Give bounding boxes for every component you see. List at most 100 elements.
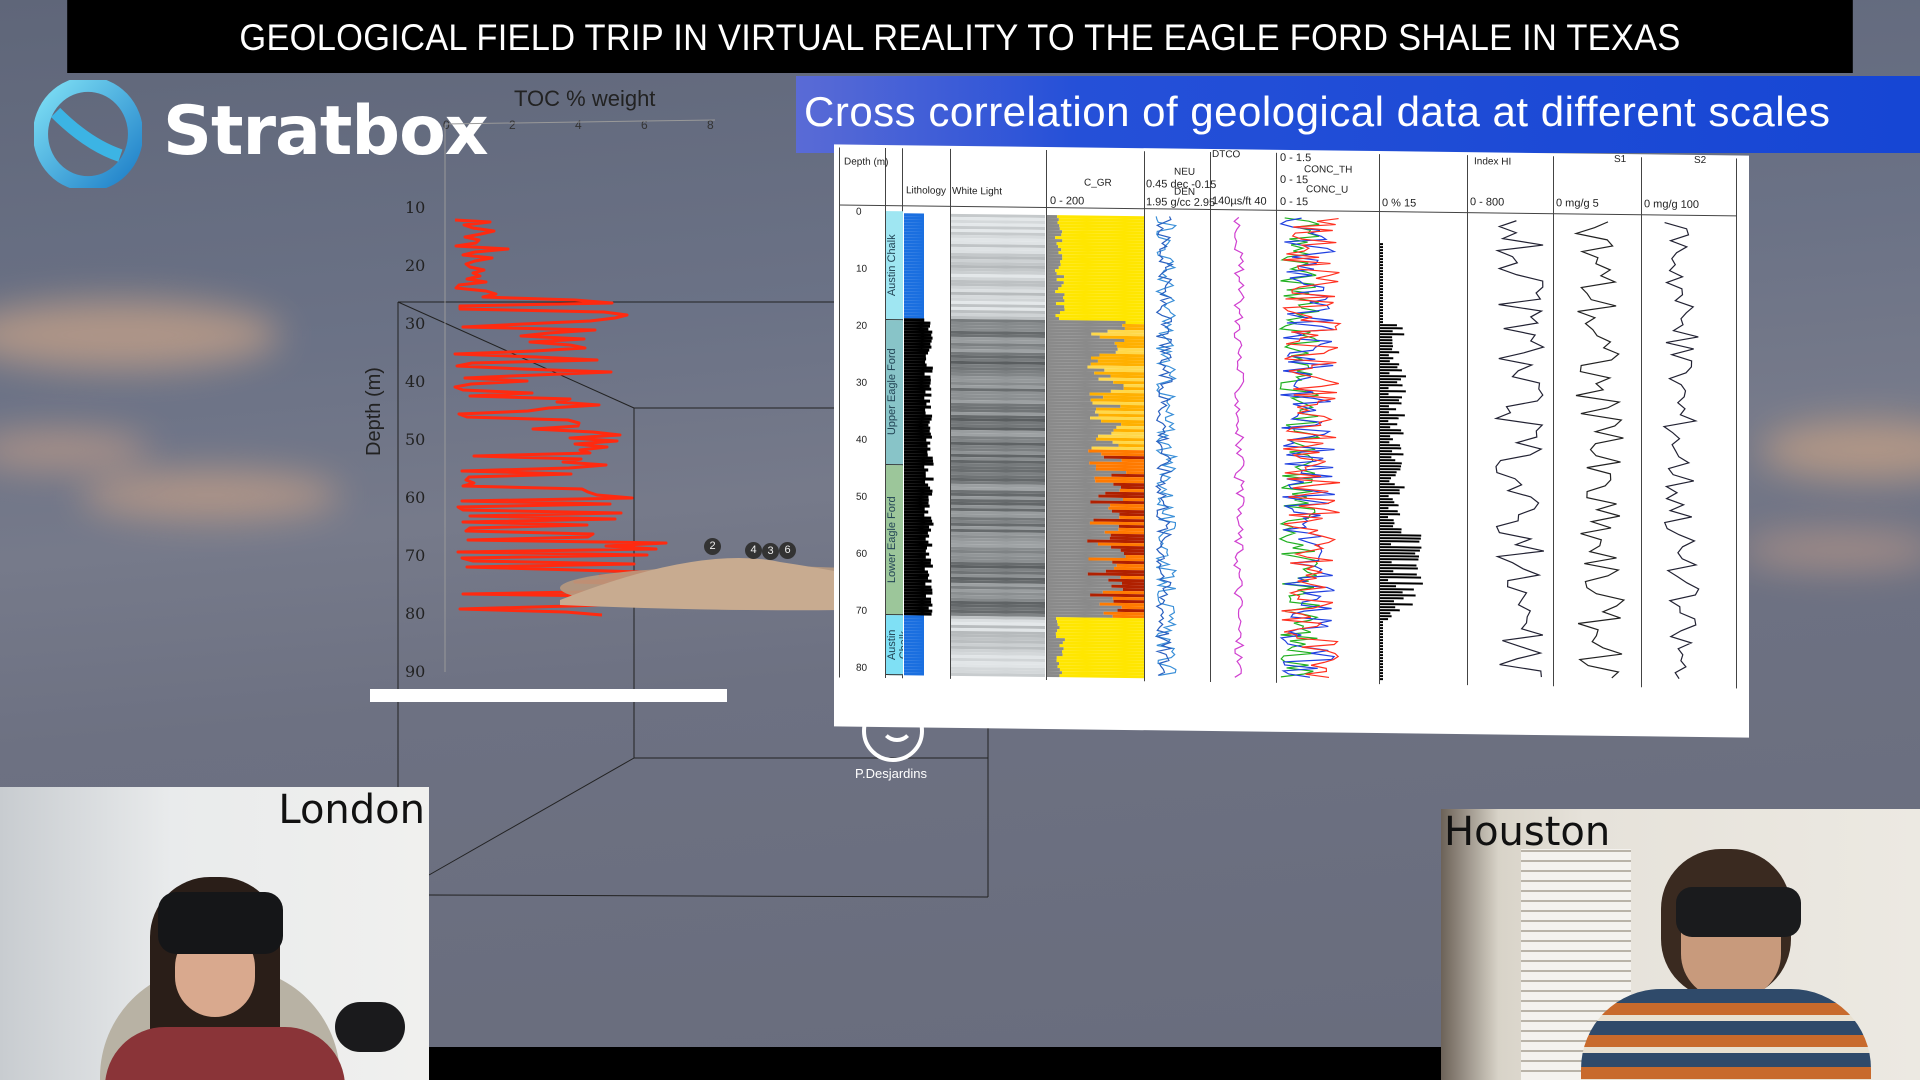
toc-bar bbox=[1380, 360, 1390, 363]
lithology-band bbox=[904, 477, 934, 481]
gr-fill bbox=[1047, 449, 1089, 453]
lithology-band bbox=[904, 573, 930, 577]
lithology-band bbox=[904, 483, 929, 487]
hi-curve bbox=[1493, 220, 1546, 678]
gr-fill bbox=[1047, 371, 1095, 375]
toc-bar bbox=[1380, 462, 1402, 465]
toc-bar bbox=[1380, 474, 1396, 477]
lithology-band bbox=[904, 669, 924, 673]
gr-fill bbox=[1047, 416, 1091, 420]
gr-fill bbox=[1047, 224, 1060, 228]
lithology-band bbox=[904, 537, 926, 541]
gr-fill bbox=[1047, 251, 1059, 255]
gr-fill bbox=[1047, 332, 1092, 336]
gr-fill bbox=[1047, 365, 1088, 369]
gr-fill bbox=[1047, 218, 1059, 222]
gr-fill bbox=[1047, 461, 1090, 465]
gr-fill-color bbox=[1117, 608, 1145, 613]
toc-bar bbox=[1380, 243, 1383, 246]
gr-fill bbox=[1047, 290, 1056, 294]
toc-bar bbox=[1380, 489, 1400, 492]
gr-fill bbox=[1047, 311, 1060, 315]
gr-fill-color bbox=[1104, 368, 1145, 373]
person-shirt bbox=[1581, 989, 1871, 1080]
lithology-band bbox=[904, 276, 924, 280]
lithology-band bbox=[904, 354, 926, 358]
toc-bar bbox=[1380, 645, 1383, 648]
toc-bar bbox=[1380, 267, 1383, 270]
toc-bar bbox=[1380, 555, 1419, 558]
toc-bar bbox=[1380, 567, 1418, 570]
gr-fill-color bbox=[1092, 401, 1144, 406]
toc-bar bbox=[1380, 270, 1383, 273]
lithology-band bbox=[904, 318, 925, 322]
gr-fill bbox=[1047, 464, 1097, 468]
lithology-band bbox=[904, 330, 933, 334]
gr-fill-color bbox=[1099, 335, 1144, 340]
gr-fill-color bbox=[1120, 575, 1144, 580]
lithology-band bbox=[904, 360, 926, 364]
gr-fill bbox=[1047, 356, 1091, 360]
lithology-band bbox=[904, 633, 924, 637]
toc-bar bbox=[1380, 312, 1383, 315]
toc-bar bbox=[1380, 546, 1422, 549]
gr-fill bbox=[1047, 263, 1061, 267]
location-label-london: London bbox=[278, 787, 425, 833]
lithology-band bbox=[904, 450, 928, 454]
gr-fill-color bbox=[1112, 614, 1144, 619]
lithology-band bbox=[904, 327, 929, 331]
lithology-band bbox=[904, 315, 924, 319]
dtco-curve bbox=[1233, 216, 1245, 678]
gr-fill bbox=[1047, 239, 1063, 243]
toc-bar bbox=[1380, 405, 1389, 408]
gr-fill-color bbox=[1116, 344, 1144, 349]
lithology-band bbox=[904, 510, 929, 514]
lithology-band bbox=[904, 612, 932, 616]
lithology-band bbox=[904, 564, 933, 568]
toc-bar bbox=[1380, 633, 1383, 636]
lithology-band bbox=[904, 372, 925, 376]
toc-bar bbox=[1380, 531, 1402, 534]
gr-fill-color bbox=[1094, 476, 1144, 481]
lithology-band bbox=[904, 651, 924, 655]
lithology-band bbox=[904, 660, 924, 664]
lithology-band bbox=[904, 471, 926, 475]
gr-fill-color bbox=[1116, 563, 1145, 568]
lithology-band bbox=[904, 555, 926, 559]
toc-bar bbox=[1380, 441, 1390, 444]
gr-fill bbox=[1047, 362, 1091, 366]
toc-bar bbox=[1380, 408, 1397, 411]
gr-fill bbox=[1047, 359, 1098, 363]
toc-bar bbox=[1380, 516, 1389, 519]
lithology-band bbox=[904, 396, 925, 400]
lithology-band bbox=[904, 516, 932, 520]
gr-fill-color bbox=[1101, 452, 1144, 457]
gr-fill bbox=[1047, 281, 1064, 285]
lithology-band bbox=[904, 627, 924, 631]
participant-avatar-icon[interactable] bbox=[862, 700, 924, 762]
lithology-band bbox=[904, 666, 924, 670]
toc-bar bbox=[1380, 639, 1383, 642]
lithology-band bbox=[904, 258, 924, 262]
gr-fill bbox=[1047, 377, 1099, 381]
toc-bar bbox=[1380, 459, 1396, 462]
toc-bar bbox=[1380, 282, 1383, 285]
toc-bar bbox=[1380, 630, 1383, 633]
lithology-band bbox=[904, 297, 924, 301]
gr-fill bbox=[1047, 647, 1064, 651]
gr-fill bbox=[1047, 671, 1062, 675]
toc-bar bbox=[1380, 381, 1398, 384]
gr-fill bbox=[1047, 254, 1063, 258]
toc-bar bbox=[1380, 456, 1392, 459]
lithology-band bbox=[904, 597, 932, 601]
lithology-band bbox=[904, 345, 932, 349]
toc-bar bbox=[1380, 507, 1389, 510]
lithology-band bbox=[904, 387, 932, 391]
gr-fill-color bbox=[1110, 374, 1144, 379]
gr-fill bbox=[1047, 665, 1058, 669]
lithology-band bbox=[904, 654, 924, 658]
toc-bar bbox=[1380, 390, 1406, 393]
lithology-band bbox=[904, 378, 931, 382]
toc-bar bbox=[1380, 354, 1389, 357]
lithology-band bbox=[904, 462, 934, 466]
